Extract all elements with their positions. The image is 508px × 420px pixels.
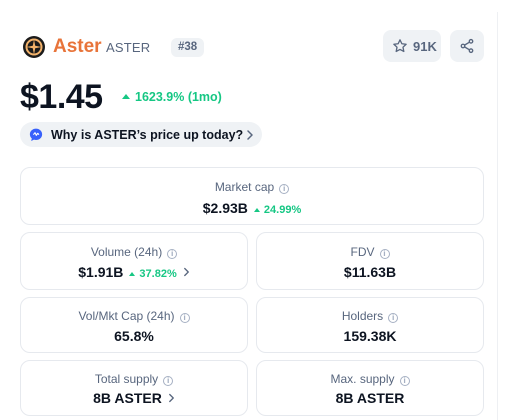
max-supply-value: 8B ASTER bbox=[335, 390, 405, 406]
price-change: 1623.9% (1mo) bbox=[122, 90, 222, 105]
vol-mkt-cap-label: Vol/Mkt Cap (24h) bbox=[78, 309, 175, 323]
chevron-right-icon bbox=[183, 267, 189, 277]
holders-label: Holders bbox=[341, 309, 384, 323]
volume-label: Volume (24h) bbox=[90, 245, 163, 259]
caret-up-icon bbox=[122, 94, 130, 99]
max-supply-card: Max. supply i 8B ASTER bbox=[256, 360, 484, 416]
volume-change-value: 37.82% bbox=[139, 268, 177, 280]
info-icon[interactable]: i bbox=[179, 313, 190, 323]
total-supply-value: 8B ASTER bbox=[93, 390, 162, 406]
chevron-right-icon bbox=[247, 130, 253, 140]
max-supply-label: Max. supply bbox=[330, 372, 395, 386]
rank-badge: #38 bbox=[171, 38, 205, 57]
market-cap-value: $2.93B bbox=[202, 200, 248, 216]
fdv-card: FDV i $11.63B bbox=[256, 232, 484, 290]
coin-header: Aster ASTER #38 91K bbox=[20, 30, 484, 64]
vol-mkt-cap-card: Vol/Mkt Cap (24h) i 65.8% bbox=[20, 297, 248, 353]
volume-card[interactable]: Volume (24h) i $1.91B 37.82% bbox=[20, 232, 248, 290]
share-icon bbox=[460, 38, 474, 54]
watchlist-count: 91K bbox=[413, 39, 437, 54]
chevron-right-icon bbox=[168, 393, 174, 403]
aster-logo-icon bbox=[23, 36, 45, 58]
volume-change: 37.82% bbox=[129, 268, 177, 280]
total-supply-label: Total supply bbox=[94, 372, 159, 386]
market-cap-change: 24.99% bbox=[253, 204, 302, 216]
fdv-label: FDV bbox=[350, 245, 375, 259]
caret-up-icon bbox=[129, 272, 136, 276]
market-cap-change-value: 24.99% bbox=[263, 204, 302, 216]
watchlist-button[interactable]: 91K bbox=[383, 30, 441, 62]
holders-card: Holders i 159.38K bbox=[256, 297, 484, 353]
coin-name: Aster bbox=[53, 36, 102, 57]
holders-value: 159.38K bbox=[343, 328, 397, 344]
caret-up-icon bbox=[253, 208, 260, 212]
share-button[interactable] bbox=[450, 30, 484, 62]
info-icon[interactable]: i bbox=[388, 313, 399, 323]
info-icon[interactable]: i bbox=[167, 249, 178, 259]
vol-mkt-cap-value: 65.8% bbox=[114, 328, 154, 344]
fdv-value: $11.63B bbox=[343, 264, 397, 280]
ai-sparkle-icon bbox=[29, 128, 43, 141]
info-icon[interactable]: i bbox=[399, 376, 410, 386]
why-price-up-button[interactable]: Why is ASTER’s price up today? bbox=[20, 122, 262, 147]
market-cap-card: Market cap i $2.93B 24.99% bbox=[20, 167, 484, 225]
why-price-up-label: Why is ASTER’s price up today? bbox=[51, 128, 244, 142]
panel-divider bbox=[497, 12, 498, 420]
market-cap-label: Market cap bbox=[214, 180, 275, 194]
star-icon bbox=[393, 39, 407, 53]
total-supply-card[interactable]: Total supply i 8B ASTER bbox=[20, 360, 248, 416]
info-icon[interactable]: i bbox=[379, 249, 390, 259]
coin-symbol: ASTER bbox=[106, 40, 151, 55]
volume-value: $1.91B bbox=[78, 264, 124, 280]
info-icon[interactable]: i bbox=[163, 376, 174, 386]
coin-price: $1.45 bbox=[20, 78, 103, 116]
info-icon[interactable]: i bbox=[279, 184, 290, 194]
price-change-value: 1623.9% (1mo) bbox=[135, 90, 222, 104]
